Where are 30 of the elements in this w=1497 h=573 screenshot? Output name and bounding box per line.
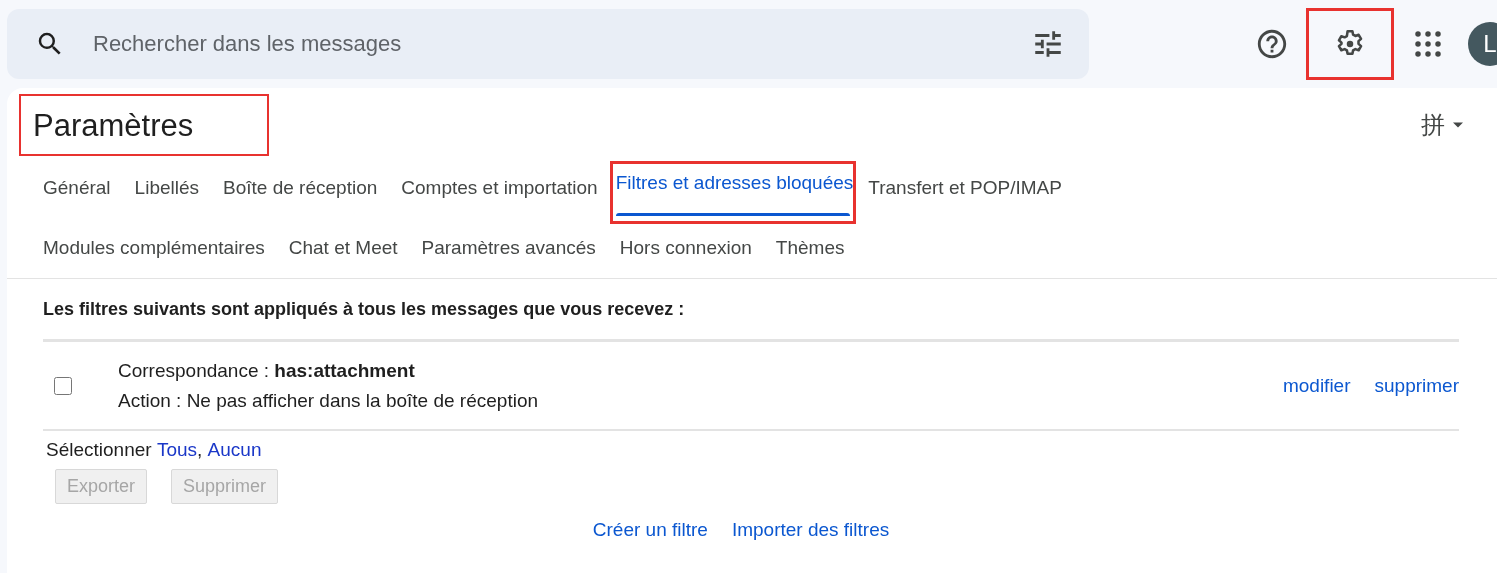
separator: , xyxy=(197,439,204,461)
help-icon xyxy=(1255,27,1289,61)
filter-link[interactable]: Importer des filtres xyxy=(731,519,890,541)
avatar[interactable]: L xyxy=(1468,22,1497,66)
caret-icon[interactable] xyxy=(1453,122,1463,128)
filter-criteria: Correspondance : has:attachment xyxy=(118,359,416,382)
filter-checkbox[interactable] xyxy=(54,376,72,395)
settings-tab[interactable]: Libellés xyxy=(122,158,212,218)
filter-action: Action : Ne pas afficher dans la boîte de réception xyxy=(118,389,539,412)
settings-tab[interactable]: Paramètres avancés xyxy=(409,218,608,278)
settings-button[interactable] xyxy=(1306,8,1394,80)
input-tools-button[interactable]: 拼 xyxy=(1421,109,1445,141)
settings-tab[interactable]: Chat et Meet xyxy=(276,218,410,278)
page-title: Paramètres xyxy=(19,94,270,156)
filter-link[interactable]: Créer un filtre xyxy=(592,519,708,541)
select-none-link[interactable]: Aucun xyxy=(207,439,262,461)
settings-tab[interactable]: Filtres et adresses bloquées xyxy=(609,161,857,224)
settings-tab[interactable]: Comptes et importation xyxy=(389,158,610,218)
search-field[interactable]: Rechercher dans les messages xyxy=(91,30,1005,58)
select-label: Sélectionner xyxy=(46,439,153,461)
settings-tab[interactable]: Modules complémentaires xyxy=(31,218,277,278)
filter-link[interactable]: supprimer xyxy=(1374,374,1459,397)
filters-intro: Les filtres suivants sont appliqués à tous les messages que vous recevez : xyxy=(43,298,686,321)
settings-tab[interactable]: Général xyxy=(31,158,123,218)
settings-tab[interactable]: Transfert et POP/IMAP xyxy=(856,158,1074,218)
search-field[interactable]: Rechercher dans les messages xyxy=(7,9,1089,79)
filter-link[interactable]: modifier xyxy=(1282,374,1351,397)
select-all-link[interactable]: Tous xyxy=(156,439,198,461)
settings-tab[interactable]: Boîte de réception xyxy=(211,158,390,218)
apps-icon xyxy=(1413,29,1443,59)
